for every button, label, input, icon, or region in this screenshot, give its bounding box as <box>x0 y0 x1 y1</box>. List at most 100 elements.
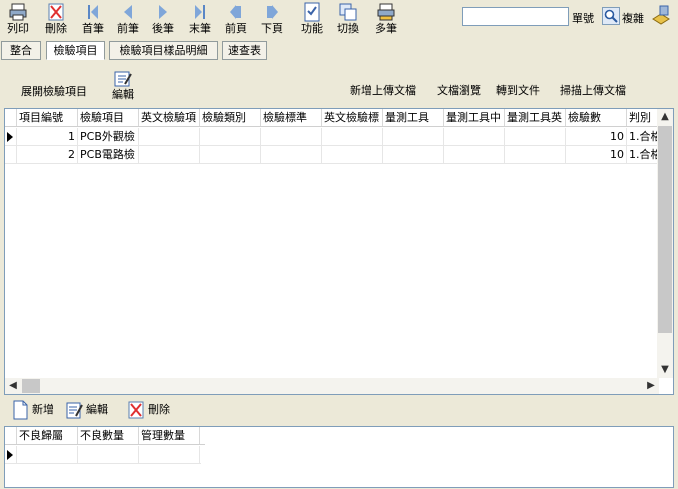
expand-items-button[interactable]: 展開檢驗項目 <box>21 83 87 99</box>
table-row[interactable]: 1 PCB外觀檢 10 1.合格 <box>5 128 659 146</box>
cell-item-no[interactable]: 1 <box>17 128 78 145</box>
cell-measure-tool[interactable] <box>383 128 444 145</box>
next-icon <box>159 5 167 19</box>
cell-category[interactable] <box>200 128 261 145</box>
browse-documents-link[interactable]: 文檔瀏覽 <box>437 82 481 98</box>
print-button[interactable]: 列印 <box>0 2 36 40</box>
next-record-button[interactable]: 後筆 <box>145 2 181 40</box>
checklist-icon <box>304 2 320 22</box>
scroll-right-arrow-icon[interactable]: ▶ <box>643 378 659 394</box>
table-row[interactable] <box>5 446 201 464</box>
scroll-left-arrow-icon[interactable]: ◀ <box>5 378 21 394</box>
prev-page-icon <box>230 5 241 19</box>
detail-edit-button[interactable]: 編輯 <box>65 399 108 421</box>
tab-inspection-items[interactable]: 檢驗項目 <box>46 41 105 60</box>
col-defect-owner[interactable]: 不良歸屬 <box>17 427 78 444</box>
vertical-scrollbar[interactable]: ▲ ▼ <box>657 109 673 378</box>
cell-category[interactable] <box>200 146 261 163</box>
delete-label: 刪除 <box>45 22 67 35</box>
horizontal-scroll-thumb[interactable] <box>22 379 40 393</box>
first-record-button[interactable]: 首筆 <box>75 2 111 40</box>
inspection-panel: 展開檢驗項目 編輯 新增上傳文檔 文檔瀏覽 轉到文件 掃描上傳文檔 項目編號 檢… <box>1 60 678 489</box>
col-measure-tool[interactable]: 量測工具 <box>383 109 444 126</box>
cell-measure-tool[interactable] <box>383 146 444 163</box>
cell-item-no[interactable]: 2 <box>17 146 78 163</box>
copy-label: 複雜 <box>622 12 644 25</box>
search-input[interactable] <box>462 7 569 26</box>
col-manage-qty[interactable]: 管理數量 <box>139 427 200 444</box>
cell-english-item[interactable] <box>139 146 200 163</box>
col-judgement[interactable]: 判別 <box>627 109 659 126</box>
delete-button[interactable]: 刪除 <box>38 2 74 40</box>
cell-inspection-item[interactable]: PCB外觀檢 <box>78 128 139 145</box>
upload-document-link[interactable]: 新增上傳文檔 <box>350 82 416 98</box>
col-category[interactable]: 檢驗類別 <box>200 109 261 126</box>
col-inspection-item[interactable]: 檢驗項目 <box>78 109 139 126</box>
tab-quick-lookup[interactable]: 速查表 <box>222 41 267 60</box>
col-measure-tool-en[interactable]: 量測工具英 <box>505 109 566 126</box>
tab-integration[interactable]: 整合 <box>1 41 41 60</box>
function-button[interactable]: 功能 <box>294 2 330 40</box>
cell-standard[interactable] <box>261 146 322 163</box>
edit-label: 編輯 <box>112 88 134 101</box>
defect-grid-header: 不良歸屬 不良數量 管理數量 <box>5 427 205 445</box>
col-quantity[interactable]: 檢驗數 <box>566 109 627 126</box>
cell-manage-qty[interactable] <box>139 446 200 463</box>
last-record-button[interactable]: 末筆 <box>182 2 218 40</box>
prev-page-button[interactable]: 前頁 <box>218 2 254 40</box>
detail-delete-button[interactable]: 刪除 <box>127 399 170 421</box>
switch-label: 切換 <box>337 22 359 35</box>
prev-icon <box>124 5 132 19</box>
cell-english-standard[interactable] <box>322 146 383 163</box>
row-selector[interactable] <box>5 128 17 145</box>
col-measure-tool-cn[interactable]: 量測工具中 <box>444 109 505 126</box>
search-icon[interactable] <box>602 7 620 25</box>
col-defect-qty[interactable]: 不良數量 <box>78 427 139 444</box>
add-label: 新增 <box>32 403 54 416</box>
cell-quantity[interactable]: 10 <box>566 146 627 163</box>
table-row[interactable]: 2 PCB電路檢 10 1.合格 <box>5 146 659 164</box>
row-header-corner <box>5 109 17 126</box>
cell-inspection-item[interactable]: PCB電路檢 <box>78 146 139 163</box>
next-page-icon <box>267 5 278 19</box>
row-selector[interactable] <box>5 446 17 463</box>
horizontal-scrollbar[interactable]: ◀ ▶ <box>5 378 659 394</box>
goto-document-link[interactable]: 轉到文件 <box>496 82 540 98</box>
tab-sample-details[interactable]: 檢驗項目樣品明細 <box>109 41 218 60</box>
next-page-button[interactable]: 下頁 <box>254 2 290 40</box>
row-selector[interactable] <box>5 146 17 163</box>
prev-page-label: 前頁 <box>225 22 247 35</box>
vertical-scroll-thumb[interactable] <box>658 126 672 333</box>
cell-measure-tool-en[interactable] <box>505 128 566 145</box>
cell-measure-tool-cn[interactable] <box>444 128 505 145</box>
inspection-items-grid: 項目編號 檢驗項目 英文檢驗項 檢驗類別 檢驗標準 英文檢驗標 量測工具 量測工… <box>4 108 674 395</box>
prev-record-button[interactable]: 前筆 <box>110 2 146 40</box>
switch-button[interactable]: 切換 <box>330 2 366 40</box>
cell-english-standard[interactable] <box>322 128 383 145</box>
add-button[interactable]: 新增 <box>11 399 54 421</box>
scroll-down-arrow-icon[interactable]: ▼ <box>657 362 673 378</box>
cell-defect-qty[interactable] <box>78 446 139 463</box>
cell-measure-tool-cn[interactable] <box>444 146 505 163</box>
scroll-up-arrow-icon[interactable]: ▲ <box>657 109 673 125</box>
edit-button[interactable]: 編輯 <box>109 70 137 101</box>
cell-standard[interactable] <box>261 128 322 145</box>
copy-record-icon[interactable] <box>651 5 671 25</box>
current-row-indicator-icon <box>7 450 13 460</box>
scan-upload-link[interactable]: 掃描上傳文檔 <box>560 82 626 98</box>
cell-measure-tool-en[interactable] <box>505 146 566 163</box>
first-icon <box>88 5 98 19</box>
cell-judgement[interactable]: 1.合格 <box>627 128 659 145</box>
detail-toolbar: 新增 編輯 刪除 <box>11 399 311 423</box>
col-english-item[interactable]: 英文檢驗項 <box>139 109 200 126</box>
cell-quantity[interactable]: 10 <box>566 128 627 145</box>
cell-judgement[interactable]: 1.合格 <box>627 146 659 163</box>
col-english-standard[interactable]: 英文檢驗標 <box>322 109 383 126</box>
col-item-no[interactable]: 項目編號 <box>17 109 78 126</box>
current-row-indicator-icon <box>7 132 13 142</box>
col-standard[interactable]: 檢驗標準 <box>261 109 322 126</box>
cell-english-item[interactable] <box>139 128 200 145</box>
cell-defect-owner[interactable] <box>17 446 78 463</box>
first-label: 首筆 <box>82 22 104 35</box>
multi-button[interactable]: 多筆 <box>368 2 404 40</box>
